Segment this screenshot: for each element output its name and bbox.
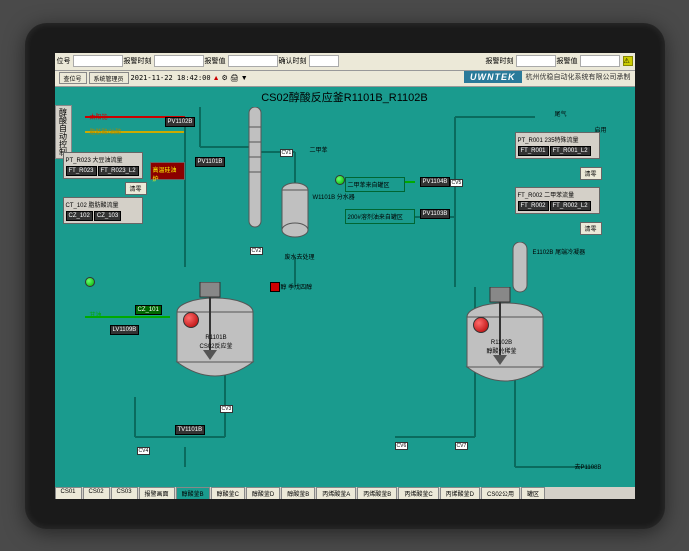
tab-reactor-b2[interactable]: 醇酸釜B (281, 487, 315, 499)
green-ind-2 (335, 175, 345, 185)
sep-dimethyl: 二甲苯 (310, 145, 328, 154)
col6-field[interactable] (580, 55, 620, 67)
device-bezel: 位号 报警时刻 报警值 确认时刻 报警时刻 报警值 ⚠ 查位号 系统管理员 20… (25, 23, 665, 529)
column-vessel (245, 107, 265, 237)
ct-box-title: CT_102 脂肪酸流量 (66, 200, 140, 209)
col1-label: 位号 (57, 56, 71, 66)
ct-box: CT_102 脂肪酸流量 CZ_102 CZ_103 (63, 197, 143, 224)
right-box2-title: FT_R002 二甲苯流量 (518, 190, 597, 199)
furnace-box[interactable]: 高温硅油炉 (150, 162, 185, 180)
acid-oil-label: 脂肪酸/油酸 (90, 127, 122, 136)
col4-label: 确认时刻 (279, 56, 307, 66)
tab-alarm[interactable]: 报警画面 (139, 487, 175, 499)
clear-btn-1[interactable]: 清零 (125, 182, 147, 195)
valve-cv2[interactable]: CV2 (250, 247, 264, 255)
condenser-label: E1102B 尾端冷凝器 (533, 247, 586, 256)
right-box1-title: PT_R001 235特殊流量 (518, 135, 597, 144)
reactor1-indicator[interactable] (183, 312, 199, 328)
status-btn-1[interactable]: 查位号 (59, 72, 87, 84)
timestamp: 2021-11-22 18:42:00 (131, 74, 211, 82)
red-valve-1[interactable] (270, 282, 280, 292)
status-btn-2[interactable]: 系统管理员 (89, 72, 129, 84)
pt-box: PT_R023 大豆油流量 FT_R023 FT_R023_L2 (63, 152, 143, 179)
top-toolbar: 位号 报警时刻 报警值 确认时刻 报警时刻 报警值 ⚠ (55, 53, 635, 71)
clear-btn-2[interactable]: 清零 (580, 167, 602, 180)
tab-reactor-c[interactable]: 醇酸釜C (211, 487, 245, 499)
tag-ft-r002-l2[interactable]: FT_R002_L2 (550, 201, 591, 211)
tag-ft-r023[interactable]: FT_R023 (66, 166, 97, 176)
brand-logo: UWNTEK (464, 71, 522, 83)
tag-ft-r001-l2[interactable]: FT_R001_L2 (550, 146, 591, 156)
valve-cv3[interactable]: CV3 (220, 405, 234, 413)
col3-label: 报警值 (205, 56, 226, 66)
col5-label: 报警时刻 (486, 56, 514, 66)
col2-label: 报警时刻 (124, 56, 152, 66)
separator-vessel (280, 182, 310, 242)
col5-field[interactable] (516, 55, 556, 67)
bingchun-label: 丙醇 季戊四醇 (275, 282, 313, 291)
solar-label: 太阳能 (90, 112, 108, 121)
reactor1-name: R1101BCS02反应釜 (200, 335, 233, 350)
icon-1[interactable]: ▲ (213, 75, 220, 82)
pv1104-tag[interactable]: PV1104B (420, 177, 451, 187)
tab-cs02[interactable]: CS02 (83, 487, 110, 499)
hmi-screen: 位号 报警时刻 报警值 确认时刻 报警时刻 报警值 ⚠ 查位号 系统管理员 20… (55, 53, 635, 499)
tag-cz102[interactable]: CZ_102 (66, 211, 93, 221)
cz101-tag[interactable]: CZ_101 (135, 305, 162, 315)
gandan-label: 甘油 (90, 310, 102, 319)
right-box-2: FT_R002 二甲苯流量 FT_R002 FT_R002_L2 (515, 187, 600, 214)
reactor2-name: R1102B醇酸兑稀釜 (487, 340, 517, 355)
pv-mid-tag[interactable]: PV1101B (195, 157, 226, 167)
process-canvas: CS02醇酸反应釜R1101B_R1102B 醇酸自动控制 太阳能 脂肪酸/油酸… (55, 87, 635, 487)
tag-ft-r001[interactable]: FT_R001 (518, 146, 549, 156)
col1-field[interactable] (73, 55, 123, 67)
tag-ft-r002[interactable]: FT_R002 (518, 201, 549, 211)
company-text: 杭州优稳自动化系统有限公司承制 (526, 72, 631, 82)
tab-acrylic-d[interactable]: 丙烯酸釜D (440, 487, 480, 499)
icon-3[interactable]: 🖨 (230, 74, 239, 82)
tab-acrylic-a[interactable]: 丙烯酸釜A (316, 487, 356, 499)
valve-cv5[interactable]: CV5 (450, 179, 464, 187)
reactor2-indicator[interactable] (473, 317, 489, 333)
water-treat: 废水去处理 (285, 252, 315, 261)
solvent-tank-label: 200#溶剂油来自罐区 (345, 209, 415, 224)
col2-field[interactable] (154, 55, 204, 67)
alarm-icon[interactable]: ⚠ (623, 56, 633, 66)
pv1103-tag[interactable]: PV1103B (420, 209, 451, 219)
right-box-1: PT_R001 235特殊流量 FT_R001 FT_R001_L2 (515, 132, 600, 159)
exhaust-label: 尾气 (555, 109, 567, 118)
outlet-label: 去P1108B (575, 462, 602, 471)
valve-cv6[interactable]: CV6 (395, 442, 409, 450)
tab-cs01[interactable]: CS01 (55, 487, 82, 499)
tv-tag[interactable]: TV1101B (175, 425, 206, 435)
icon-4[interactable]: ▼ (241, 75, 248, 82)
tab-acrylic-b[interactable]: 丙烯酸釜B (357, 487, 397, 499)
col4-field[interactable] (309, 55, 339, 67)
tab-cs02-public[interactable]: CS02公用 (481, 487, 520, 499)
clear-btn-3[interactable]: 清零 (580, 222, 602, 235)
valve-cv4[interactable]: CV4 (137, 447, 151, 455)
tab-tank[interactable]: 罐区 (521, 487, 545, 499)
tab-cs03[interactable]: CS03 (111, 487, 138, 499)
icon-2[interactable]: ⚙ (222, 74, 228, 82)
dimethyl-tank-label: 二甲苯来自罐区 (345, 177, 405, 192)
green-ind-1 (85, 277, 95, 287)
col6-label: 报警值 (557, 56, 578, 66)
tab-reactor-b[interactable]: 醇酸釜B (176, 487, 210, 499)
valve-cv1[interactable]: CV1 (280, 149, 294, 157)
lv-tag[interactable]: LV1109B (110, 325, 140, 335)
pv-top-tag[interactable]: PV1102B (165, 117, 196, 127)
tab-acrylic-c[interactable]: 丙烯酸釜C (398, 487, 438, 499)
tag-cz103[interactable]: CZ_103 (94, 211, 121, 221)
valve-cv7[interactable]: CV7 (455, 442, 469, 450)
col3-field[interactable] (228, 55, 278, 67)
pt-box-title: PT_R023 大豆油流量 (66, 155, 140, 164)
tab-reactor-d[interactable]: 醇酸釜D (246, 487, 280, 499)
bottom-tabs: CS01 CS02 CS03 报警画面 醇酸釜B 醇酸釜C 醇酸釜D 醇酸釜B … (55, 487, 635, 499)
separator-label: W1101B 分水器 (313, 192, 355, 201)
tag-ft-r023-l2[interactable]: FT_R023_L2 (98, 166, 139, 176)
